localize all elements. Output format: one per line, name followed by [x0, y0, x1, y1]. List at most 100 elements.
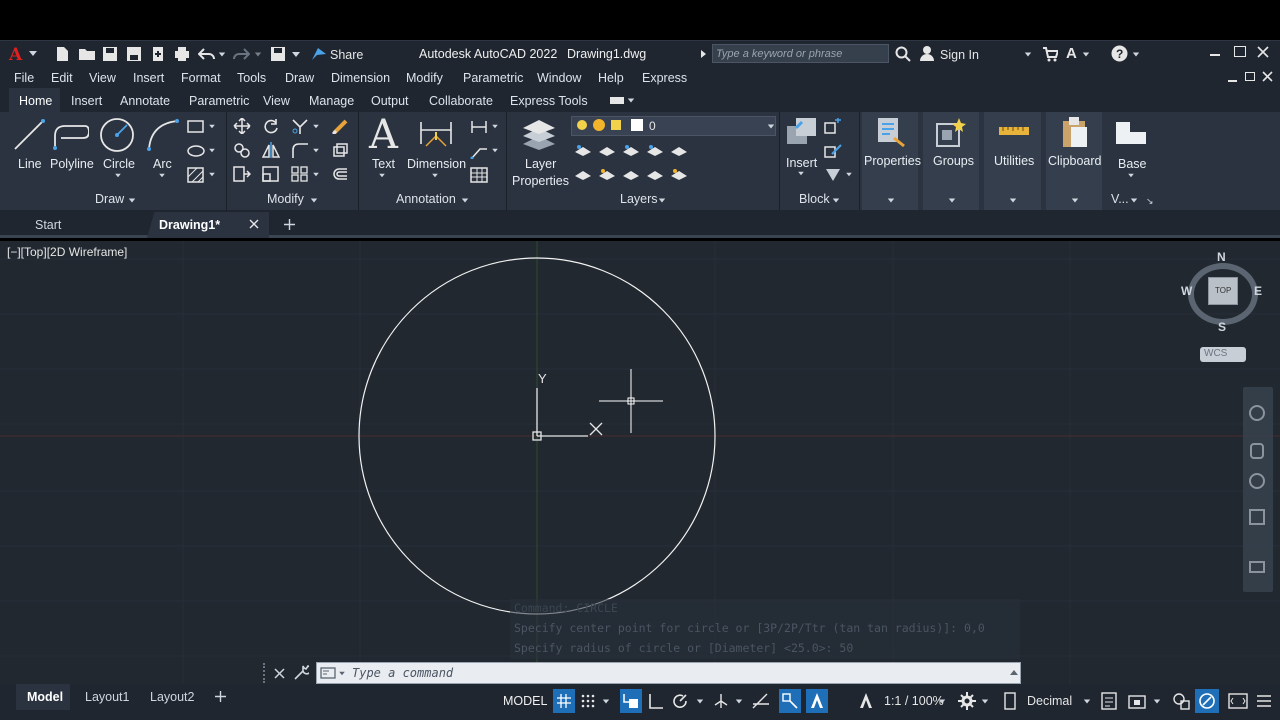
user-icon[interactable] — [919, 45, 935, 61]
view-panel-launcher-icon[interactable]: ↘ — [1146, 196, 1154, 207]
steering-wheel-icon[interactable] — [1249, 405, 1265, 421]
linear-dimension-icon[interactable] — [470, 119, 488, 135]
doc-minimize-icon[interactable] — [1228, 80, 1237, 82]
circle-tool-label[interactable]: Circle — [103, 157, 135, 171]
help-icon[interactable]: ? — [1111, 45, 1128, 62]
rectangle-tool-icon[interactable] — [187, 120, 205, 134]
menu-window[interactable]: Window — [537, 71, 581, 85]
linear-dimension-dropdown-icon[interactable] — [492, 124, 498, 129]
polyline-tool-icon[interactable] — [53, 120, 89, 152]
isodraft-icon[interactable] — [713, 693, 729, 709]
dimension-tool-label[interactable]: Dimension — [407, 157, 466, 171]
doc-restore-icon[interactable] — [1245, 72, 1255, 81]
showmotion-icon[interactable] — [1249, 561, 1265, 573]
menu-file[interactable]: File — [14, 71, 34, 85]
doc-close-icon[interactable] — [1262, 71, 1273, 82]
compass-south[interactable]: S — [1218, 321, 1226, 333]
save-as-icon[interactable] — [126, 46, 142, 62]
base-view-icon[interactable] — [1114, 118, 1148, 146]
array-icon[interactable] — [291, 166, 309, 182]
tab-annotate[interactable]: Annotate — [120, 94, 170, 108]
snap-dropdown-icon[interactable] — [602, 699, 610, 704]
isolate-objects-icon[interactable] — [1172, 692, 1190, 710]
tab-parametric[interactable]: Parametric — [189, 94, 249, 108]
polar-dropdown-icon[interactable] — [696, 699, 704, 704]
edit-block-icon[interactable] — [824, 142, 842, 158]
layers-panel-expand-icon[interactable] — [658, 198, 666, 203]
maximize-icon[interactable] — [1234, 46, 1246, 57]
grid-display-icon[interactable] — [556, 693, 572, 709]
command-input[interactable]: Type a command — [352, 667, 453, 679]
text-tool-icon[interactable]: A — [369, 112, 398, 158]
arc-tool-label[interactable]: Arc — [153, 157, 172, 171]
edit-attributes-dropdown-icon[interactable] — [846, 172, 852, 177]
annotation-scale-auto-icon[interactable] — [858, 692, 874, 710]
stretch-icon[interactable] — [233, 166, 251, 182]
circle-dropdown-icon[interactable] — [115, 173, 121, 178]
menu-view[interactable]: View — [89, 71, 116, 85]
tab-express-tools[interactable]: Express Tools — [510, 94, 588, 108]
menu-edit[interactable]: Edit — [51, 71, 73, 85]
modify-panel-expand-icon[interactable] — [310, 198, 318, 203]
save-icon[interactable] — [102, 46, 118, 62]
object-snap-tracking-icon[interactable] — [752, 693, 770, 709]
tab-home[interactable]: Home — [19, 94, 52, 108]
rectangle-dropdown-icon[interactable] — [209, 124, 215, 129]
workspace-dropdown-icon[interactable] — [981, 699, 989, 704]
layer-tools-row-2[interactable] — [573, 166, 693, 184]
help-search-input[interactable]: Type a keyword or phrase — [716, 49, 842, 60]
sign-in-dropdown-icon[interactable] — [1024, 52, 1032, 57]
layer-properties-label-2[interactable]: Properties — [512, 174, 569, 188]
mirror-icon[interactable] — [262, 142, 280, 158]
create-block-icon[interactable] — [824, 118, 842, 134]
compass-west[interactable]: W — [1181, 285, 1192, 297]
scale-icon[interactable] — [262, 166, 280, 182]
minimize-icon[interactable] — [1210, 54, 1220, 56]
customization-menu-icon[interactable] — [1255, 692, 1273, 710]
line-tool-icon[interactable] — [12, 118, 46, 152]
ellipse-tool-icon[interactable] — [187, 145, 205, 157]
menu-format[interactable]: Format — [181, 71, 221, 85]
layer-freeze-icon[interactable] — [593, 119, 605, 131]
layer-lock-icon[interactable] — [611, 120, 621, 130]
ellipse-dropdown-icon[interactable] — [209, 148, 215, 153]
cart-icon[interactable] — [1042, 46, 1058, 62]
rotate-icon[interactable] — [262, 118, 280, 134]
annotation-scale-dropdown-icon[interactable] — [938, 699, 946, 704]
undo-dropdown-icon[interactable] — [218, 52, 226, 57]
table-icon[interactable] — [470, 167, 488, 183]
block-panel-title[interactable]: Block — [799, 192, 830, 206]
infer-constraints-icon[interactable] — [623, 693, 639, 709]
recent-commands-dropdown-icon[interactable] — [339, 671, 345, 676]
modify-panel-title[interactable]: Modify — [267, 192, 304, 206]
recent-commands-icon[interactable] — [320, 667, 336, 679]
menu-draw[interactable]: Draw — [285, 71, 314, 85]
viewport-controls-label[interactable]: [−][Top][2D Wireframe] — [7, 246, 127, 258]
dimension-tool-icon[interactable] — [418, 118, 454, 152]
trim-dropdown-icon[interactable] — [313, 124, 319, 129]
viewcube-top-label[interactable]: TOP — [1215, 287, 1231, 295]
isodraft-dropdown-icon[interactable] — [735, 699, 743, 704]
block-panel-expand-icon[interactable] — [832, 198, 840, 203]
dimension-dropdown-icon[interactable] — [432, 173, 438, 178]
share-icon[interactable] — [311, 47, 327, 61]
leader-dropdown-icon[interactable] — [492, 148, 498, 153]
draw-panel-title[interactable]: Draw — [95, 192, 124, 206]
view-panel-title[interactable]: V... — [1111, 192, 1129, 206]
layout2-tab[interactable]: Layout2 — [150, 691, 194, 704]
menu-express[interactable]: Express — [642, 71, 687, 85]
units-icon[interactable] — [1004, 692, 1016, 710]
ribbon-minimize-icon[interactable] — [610, 97, 624, 104]
annotation-panel-expand-icon[interactable] — [461, 198, 469, 203]
arc-dropdown-icon[interactable] — [159, 173, 165, 178]
open-folder-icon[interactable] — [78, 46, 96, 62]
layer-dropdown-chevron-icon[interactable] — [767, 124, 775, 129]
layer-properties-label-1[interactable]: Layer — [525, 157, 556, 171]
compass-east[interactable]: E — [1254, 285, 1262, 297]
insert-block-label[interactable]: Insert — [786, 156, 817, 170]
autocad-logo-icon[interactable]: A — [9, 45, 23, 65]
app-menu-chevron-icon[interactable] — [29, 51, 37, 56]
properties-panel-button[interactable]: Properties — [861, 112, 921, 210]
snap-mode-icon[interactable] — [580, 693, 596, 709]
groups-panel-button[interactable]: Groups — [922, 112, 979, 210]
